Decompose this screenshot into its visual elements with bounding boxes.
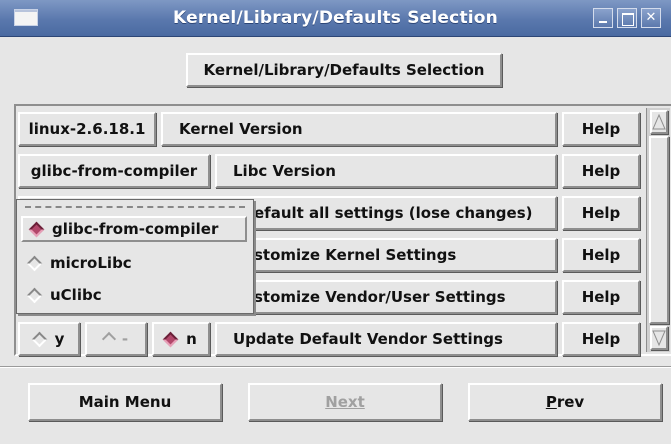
menu-item-uclibc[interactable]: uClibc: [21, 282, 247, 308]
prev-label: Prev: [546, 393, 584, 411]
defaults-help-button[interactable]: Help: [562, 196, 640, 230]
update-vendor-help-label: Help: [581, 330, 621, 348]
kernel-settings-help-label: Help: [581, 246, 621, 264]
libc-version-label: Libc Version: [233, 162, 336, 180]
libc-dropdown-menu: glibc-from-compiler microLibc uClibc: [16, 199, 254, 314]
option-y-label: y: [54, 330, 65, 348]
kernel-settings-help-button[interactable]: Help: [562, 238, 640, 272]
radio-on-icon: [28, 221, 45, 237]
prev-label-rest: rev: [556, 393, 585, 411]
update-vendor-option-y[interactable]: y: [18, 322, 80, 356]
customize-kernel-settings-label: stomize Kernel Settings: [254, 246, 457, 264]
next-button[interactable]: Next: [248, 383, 442, 421]
libc-version-label-button[interactable]: Libc Version: [215, 154, 557, 188]
option-n-label: n: [186, 330, 197, 348]
default-settings-label: efault all settings (lose changes): [254, 204, 533, 222]
libc-version-menubutton[interactable]: glibc-from-compiler: [18, 154, 210, 188]
vendor-settings-help-label: Help: [581, 288, 621, 306]
kernel-version-label-button[interactable]: Kernel Version: [161, 112, 557, 146]
defaults-help-label: Help: [581, 204, 621, 222]
main-menu-label: Main Menu: [78, 393, 172, 411]
minimize-icon[interactable]: [593, 8, 613, 28]
radio-disabled-icon: [101, 331, 116, 347]
option-dash-label: -: [121, 330, 129, 348]
radio-on-icon: [162, 331, 179, 347]
menu-item-label: microLibc: [50, 254, 132, 272]
vertical-scrollbar[interactable]: [646, 108, 670, 352]
menu-item-label: uClibc: [50, 286, 102, 304]
update-vendor-option-dash[interactable]: -: [85, 322, 147, 356]
kernel-version-value: linux-2.6.18.1: [28, 120, 146, 138]
radio-off-icon: [31, 331, 47, 347]
libc-help-label: Help: [581, 162, 621, 180]
update-vendor-settings-label: Update Default Vendor Settings: [233, 330, 503, 348]
kernel-version-menubutton[interactable]: linux-2.6.18.1: [18, 112, 156, 146]
libc-help-button[interactable]: Help: [562, 154, 640, 188]
radio-off-icon: [26, 287, 43, 303]
menu-item-glibc-from-compiler[interactable]: glibc-from-compiler: [21, 216, 247, 242]
window-titlebar[interactable]: Kernel/Library/Defaults Selection: [0, 0, 671, 37]
kernel-help-label: Help: [581, 120, 621, 138]
header-section-button[interactable]: Kernel/Library/Defaults Selection: [186, 53, 502, 87]
prev-mnemonic: P: [545, 393, 557, 411]
header-section-label: Kernel/Library/Defaults Selection: [203, 61, 485, 79]
footer-separator: [0, 366, 671, 368]
prev-button[interactable]: Prev: [468, 383, 662, 421]
customize-vendor-settings-label: stomize Vendor/User Settings: [254, 288, 506, 306]
libc-version-value: glibc-from-compiler: [30, 162, 198, 180]
kernel-help-button[interactable]: Help: [562, 112, 640, 146]
maximize-icon[interactable]: [617, 8, 637, 28]
update-vendor-settings-button[interactable]: Update Default Vendor Settings: [215, 322, 557, 356]
window-title: Kernel/Library/Defaults Selection: [173, 8, 498, 28]
menu-item-microlibc[interactable]: microLibc: [21, 250, 247, 276]
vendor-settings-help-button[interactable]: Help: [562, 280, 640, 314]
scroll-down-arrow-icon[interactable]: [650, 326, 668, 350]
close-icon[interactable]: [641, 8, 661, 28]
menu-item-label: glibc-from-compiler: [52, 220, 219, 238]
update-vendor-help-button[interactable]: Help: [562, 322, 640, 356]
scroll-up-arrow-icon[interactable]: [650, 110, 668, 134]
scrollbar-thumb[interactable]: [649, 136, 669, 324]
update-vendor-option-n[interactable]: n: [152, 322, 210, 356]
radio-off-icon: [26, 255, 43, 271]
main-menu-button[interactable]: Main Menu: [28, 383, 222, 421]
kernel-version-label: Kernel Version: [179, 120, 303, 138]
menu-tearoff-line[interactable]: [25, 206, 245, 208]
next-label: Next: [325, 393, 365, 411]
